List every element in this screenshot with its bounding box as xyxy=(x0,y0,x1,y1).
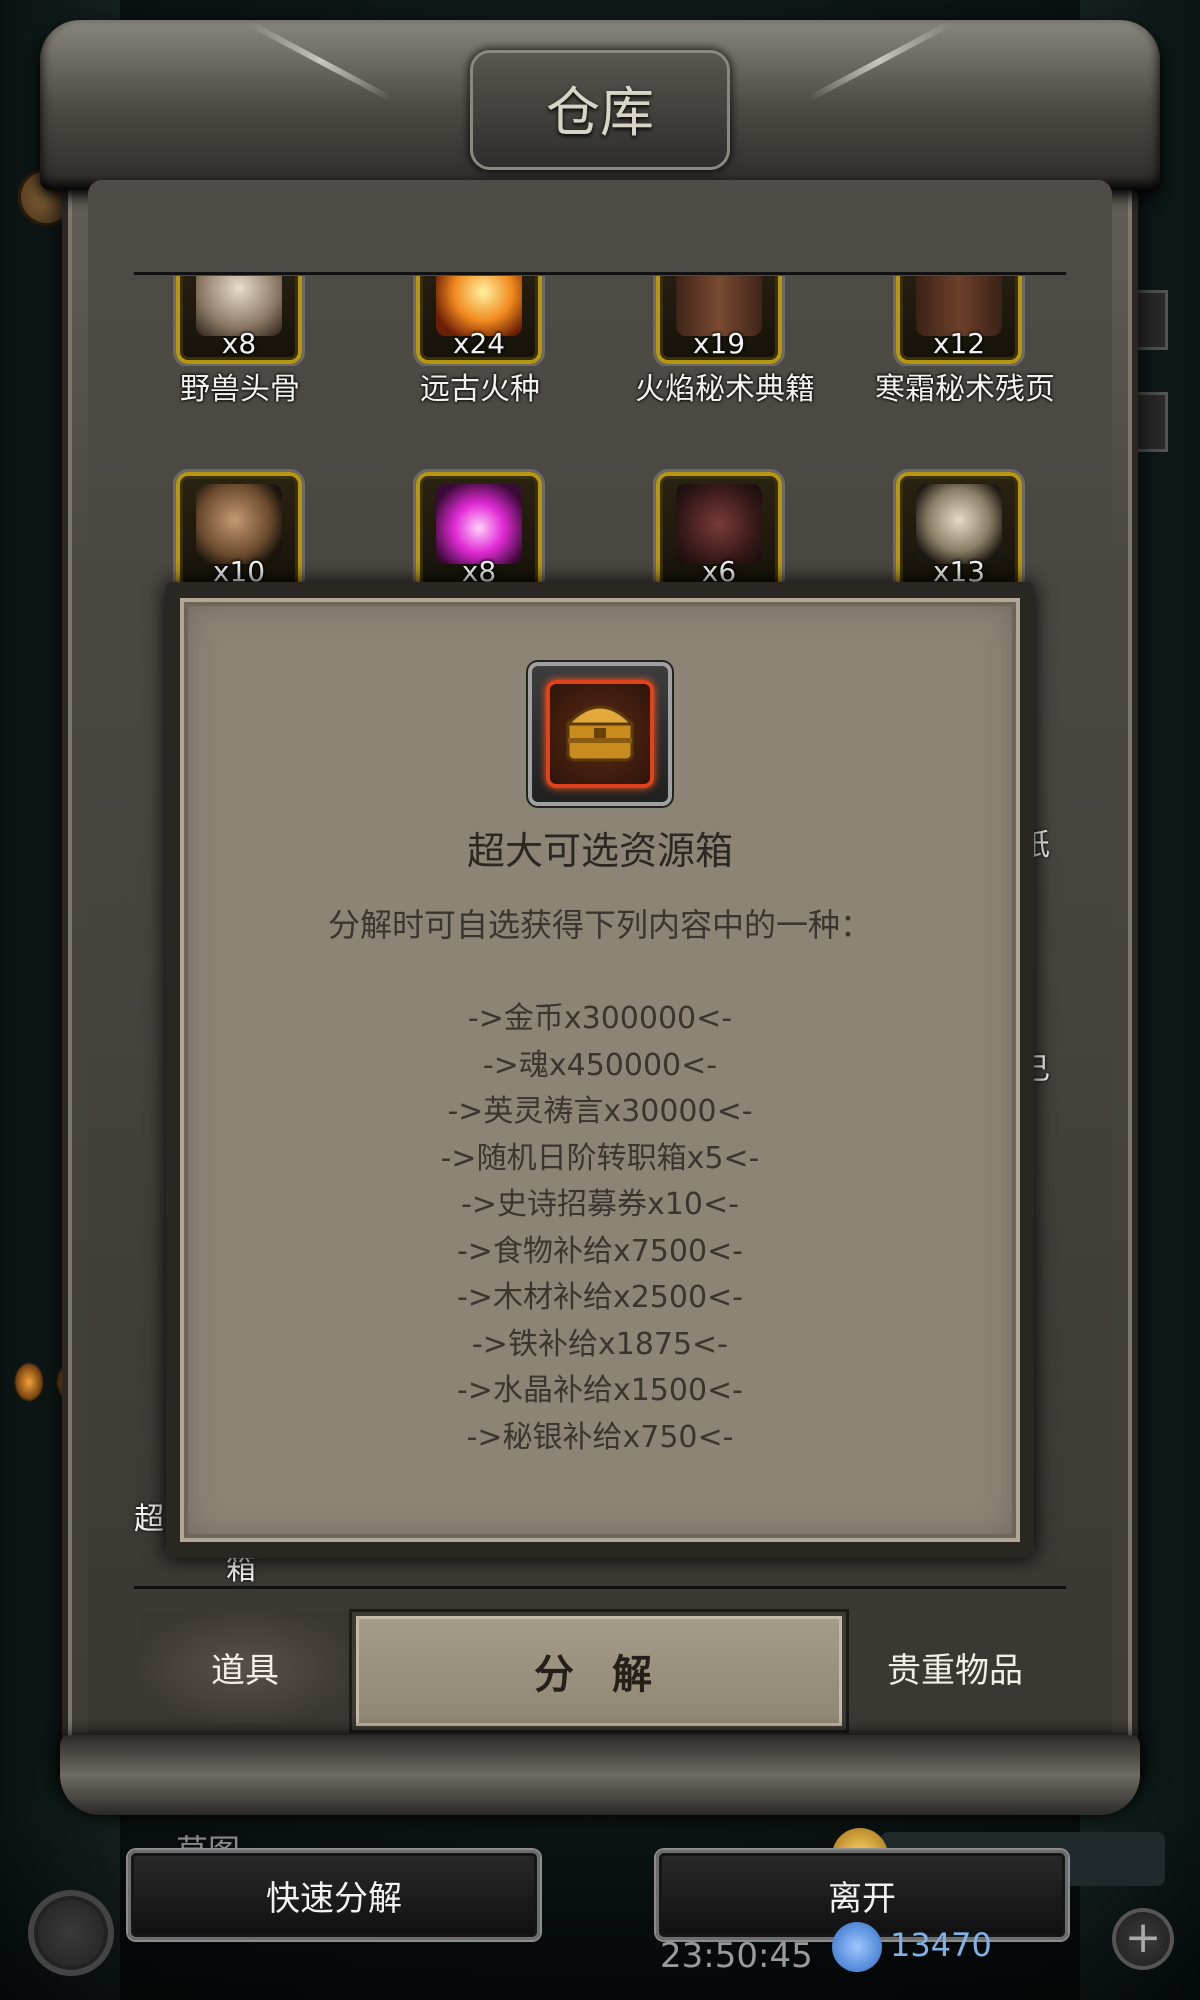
tooltip-title: 超大可选资源箱 xyxy=(466,829,733,873)
option-line: ->食物补给x7500<- xyxy=(456,1233,744,1269)
inventory-slot[interactable]: x6 xyxy=(656,472,782,592)
figure-icon xyxy=(916,484,1002,564)
option-line: ->铁补给x1875<- xyxy=(471,1326,729,1362)
item-name: 火焰秘术典籍 xyxy=(635,372,815,407)
item-quantity: x24 xyxy=(452,327,506,360)
window-title: 仓库 xyxy=(546,81,654,144)
inventory-slot[interactable]: x8 xyxy=(176,276,302,364)
golden-chest-icon xyxy=(546,680,654,788)
add-icon[interactable]: + xyxy=(1112,1908,1174,1970)
item-quantity: x12 xyxy=(932,327,986,360)
quick-decompose-button[interactable]: 快速分解 xyxy=(128,1850,540,1940)
clock-text: 23:50:45 xyxy=(660,1936,813,1976)
option-line: ->魂x450000<- xyxy=(482,1047,718,1083)
item-name: 野兽头骨 xyxy=(180,372,300,407)
lantern-glow xyxy=(14,1362,44,1402)
option-line: ->木材补给x2500<- xyxy=(456,1280,744,1315)
tab-valuables[interactable]: 贵重物品 xyxy=(850,1612,1060,1722)
tab-decompose[interactable]: 分 解 xyxy=(352,1612,846,1730)
gear-icon[interactable] xyxy=(28,1890,114,1976)
option-line: ->金币x300000<- xyxy=(467,1001,733,1036)
crystal-icon xyxy=(832,1922,882,1972)
tab-items[interactable]: 道具 xyxy=(140,1612,350,1722)
magenta-drop-icon xyxy=(436,484,522,564)
claw-hand-icon xyxy=(196,484,282,564)
option-line: ->英灵祷言x30000<- xyxy=(447,1094,753,1129)
option-line: ->水晶补给x1500<- xyxy=(456,1373,744,1408)
tooltip-description: 分解时可自选获得下列内容中的一种： xyxy=(327,906,872,944)
inventory-slot[interactable]: x13 xyxy=(896,472,1022,592)
hidden-item-name: 超 xyxy=(134,1502,164,1537)
inventory-slot[interactable]: x24 xyxy=(416,276,542,364)
inventory-slot[interactable]: x12 xyxy=(896,276,1022,364)
option-line: ->随机日阶转职箱x5<- xyxy=(440,1140,760,1176)
item-name: 远古火种 xyxy=(420,372,540,407)
item-quantity: x19 xyxy=(692,327,746,360)
divider xyxy=(134,272,1066,275)
option-line: ->史诗招募券x10<- xyxy=(461,1187,739,1222)
inventory-slot[interactable]: x19 xyxy=(656,276,782,364)
tooltip-options: ->金币x300000<- ->魂x450000<- ->英灵祷言x30000<… xyxy=(180,996,1020,1461)
resource-value: 13470 xyxy=(890,1926,992,1964)
divider xyxy=(134,1586,1066,1589)
option-line: ->秘银补给x750<- xyxy=(466,1419,734,1455)
inventory-slot[interactable]: x10 xyxy=(176,472,302,592)
item-name: 寒霜秘术残页 xyxy=(875,372,1055,407)
inventory-slot[interactable]: x8 xyxy=(416,472,542,592)
dark-chest-icon xyxy=(676,484,762,564)
frame-ornament-bottom xyxy=(60,1735,1140,1815)
item-quantity: x8 xyxy=(221,327,257,360)
inventory-row-1: x8 x24 x19 x12 xyxy=(88,276,1112,366)
